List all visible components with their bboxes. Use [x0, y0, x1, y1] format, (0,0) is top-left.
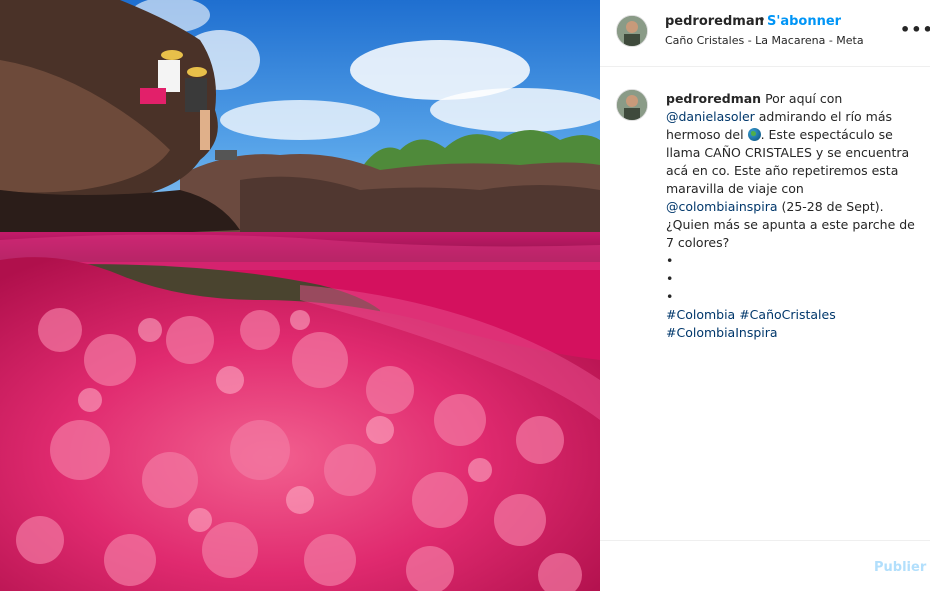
post-photo[interactable]	[0, 0, 600, 591]
caption-bullet: •	[666, 253, 674, 268]
hashtag-link[interactable]: #CañoCristales	[739, 307, 836, 322]
caption-username[interactable]: pedroredman	[666, 91, 761, 106]
more-options-icon[interactable]: •••	[900, 20, 930, 39]
caption-text: Por aquí con	[765, 91, 843, 106]
hashtag-link[interactable]: #ColombiaInspira	[666, 325, 778, 340]
caption-bullet: •	[666, 289, 674, 304]
author-username[interactable]: pedroredman	[665, 14, 764, 29]
post-location[interactable]: Caño Cristales - La Macarena - Meta	[665, 34, 864, 47]
comment-divider	[600, 540, 930, 541]
publish-button[interactable]: Publier	[874, 560, 926, 575]
caption-author-avatar[interactable]	[616, 89, 648, 121]
hashtag-link[interactable]: #Colombia	[666, 307, 735, 322]
cano-cristales-photo	[0, 0, 600, 591]
author-avatar[interactable]	[616, 15, 648, 47]
post-header: pedroredman • S'abonner Caño Cristales -…	[600, 0, 930, 67]
follow-button[interactable]: S'abonner	[767, 14, 841, 29]
post-caption: pedroredman Por aquí con @danielasoler a…	[666, 90, 916, 342]
mention-link[interactable]: @danielasoler	[666, 109, 755, 124]
mention-link[interactable]: @colombiainspira	[666, 199, 778, 214]
caption-bullet: •	[666, 271, 674, 286]
post-side-panel: pedroredman • S'abonner Caño Cristales -…	[600, 0, 930, 591]
separator-dot: •	[758, 13, 766, 28]
globe-emoji-icon	[747, 128, 761, 141]
